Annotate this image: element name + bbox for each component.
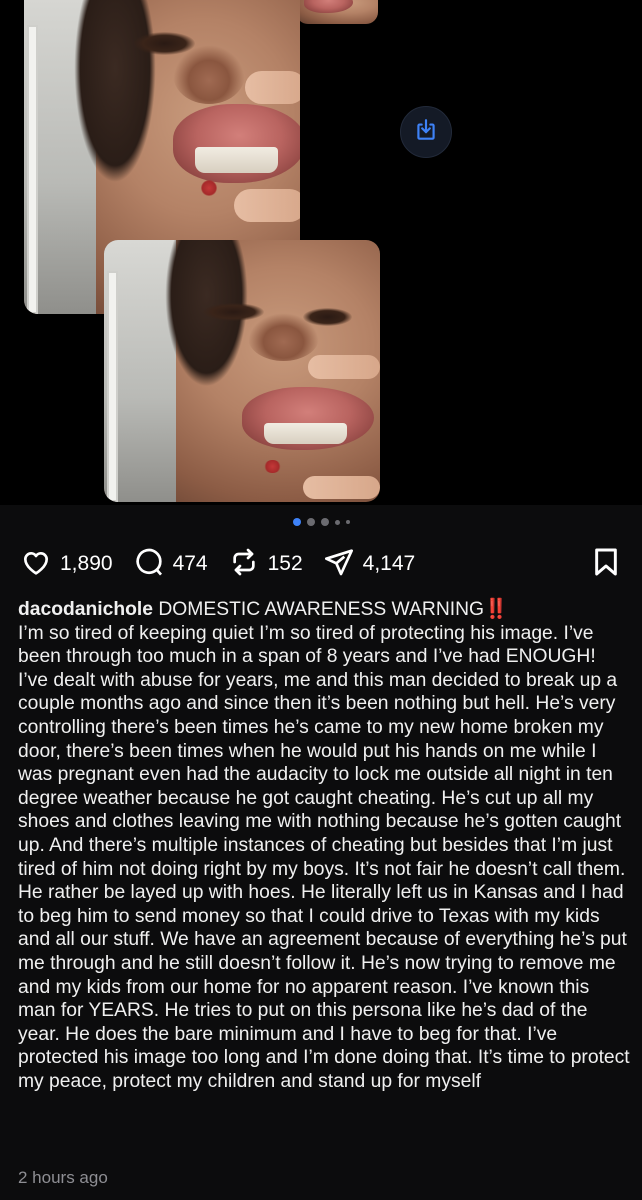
send-icon <box>323 546 355 583</box>
carousel-dot[interactable] <box>292 518 301 526</box>
bookmark-icon <box>590 546 622 583</box>
post-body: I’m so tired of keeping quiet I’m so tir… <box>18 622 630 1092</box>
double-exclamation-emoji: ‼️ <box>484 599 509 620</box>
like-button[interactable]: 1,890 <box>20 546 113 583</box>
heart-icon <box>20 546 52 583</box>
carousel-dot[interactable] <box>334 519 340 525</box>
post-action-bar: 1,890 474 152 4,147 <box>20 544 622 584</box>
comment-bubble-icon <box>133 546 165 583</box>
download-icon <box>413 117 439 148</box>
share-count: 4,147 <box>362 552 416 575</box>
photo-thumbnail[interactable] <box>296 0 378 24</box>
comment-button[interactable]: 474 <box>133 546 208 583</box>
like-count: 1,890 <box>60 552 113 575</box>
carousel-dot[interactable] <box>320 518 329 526</box>
post-media-carousel[interactable] <box>0 0 642 505</box>
post-timestamp: 2 hours ago <box>18 1168 108 1187</box>
share-button[interactable]: 4,147 <box>323 546 416 583</box>
bookmark-button[interactable] <box>590 546 622 583</box>
carousel-dot[interactable] <box>306 518 315 526</box>
repost-icon <box>228 546 260 583</box>
post-caption: dacodanichole DOMESTIC AWARENESS WARNING… <box>18 598 630 1093</box>
photo-injured-lip-2[interactable] <box>104 240 380 502</box>
comment-count: 474 <box>172 552 208 575</box>
post-title: DOMESTIC AWARENESS WARNING <box>158 599 485 620</box>
repost-button[interactable]: 152 <box>228 546 303 583</box>
username-link[interactable]: dacodanichole <box>18 599 153 620</box>
download-button[interactable] <box>400 106 452 158</box>
carousel-indicator <box>0 518 642 526</box>
repost-count: 152 <box>267 552 303 575</box>
carousel-dot[interactable] <box>345 520 350 524</box>
